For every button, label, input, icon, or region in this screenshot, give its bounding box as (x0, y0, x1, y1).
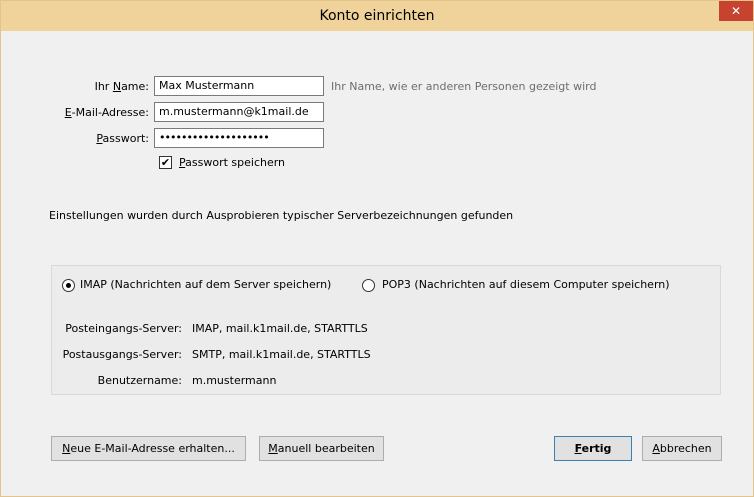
incoming-server-label: Posteingangs-Server: (65, 322, 182, 335)
window-title: Konto einrichten (319, 8, 435, 24)
outgoing-server-label: Postausgangs-Server: (62, 348, 182, 361)
close-button[interactable]: ✕ (719, 1, 753, 21)
imap-radio[interactable] (62, 279, 75, 292)
server-settings-group: IMAP (Nachrichten auf dem Server speiche… (51, 265, 721, 395)
close-icon: ✕ (730, 4, 742, 18)
check-icon: ✔ (160, 156, 171, 169)
dialog-content: Ihr Name: Max Mustermann Ihr Name, wie e… (9, 31, 745, 488)
new-email-button[interactable]: Neue E-Mail-Adresse erhalten... (51, 436, 246, 461)
remember-password-label[interactable]: Passwort speichern (179, 156, 285, 169)
dialog-window: Konto einrichten ✕ Ihr Name: Max Musterm… (0, 0, 754, 497)
username-value: m.mustermann (192, 374, 277, 387)
done-button[interactable]: Fertig (554, 436, 632, 461)
password-label: Passwort: (96, 132, 149, 145)
status-text: Einstellungen wurden durch Ausprobieren … (49, 209, 514, 222)
pop3-radio-label[interactable]: POP3 (Nachrichten auf diesem Computer sp… (382, 278, 670, 291)
name-hint: Ihr Name, wie er anderen Personen gezeig… (331, 80, 597, 93)
password-input[interactable]: •••••••••••••••••••• (154, 128, 324, 148)
incoming-server-value: IMAP, mail.k1mail.de, STARTTLS (192, 322, 368, 335)
remember-password-checkbox[interactable]: ✔ (159, 156, 172, 169)
cancel-button[interactable]: Abbrechen (642, 436, 722, 461)
radio-selected-dot (66, 283, 71, 288)
pop3-radio[interactable] (362, 279, 375, 292)
name-label: Ihr Name: (94, 80, 149, 93)
title-bar[interactable]: Konto einrichten ✕ (1, 1, 753, 31)
imap-radio-label[interactable]: IMAP (Nachrichten auf dem Server speiche… (80, 278, 331, 291)
email-input[interactable]: m.mustermann@k1mail.de (154, 102, 324, 122)
manual-edit-button[interactable]: Manuell bearbeiten (259, 436, 384, 461)
outgoing-server-value: SMTP, mail.k1mail.de, STARTTLS (192, 348, 371, 361)
name-input[interactable]: Max Mustermann (154, 76, 324, 96)
email-label: E-Mail-Adresse: (64, 106, 149, 119)
username-label: Benutzername: (97, 374, 182, 387)
